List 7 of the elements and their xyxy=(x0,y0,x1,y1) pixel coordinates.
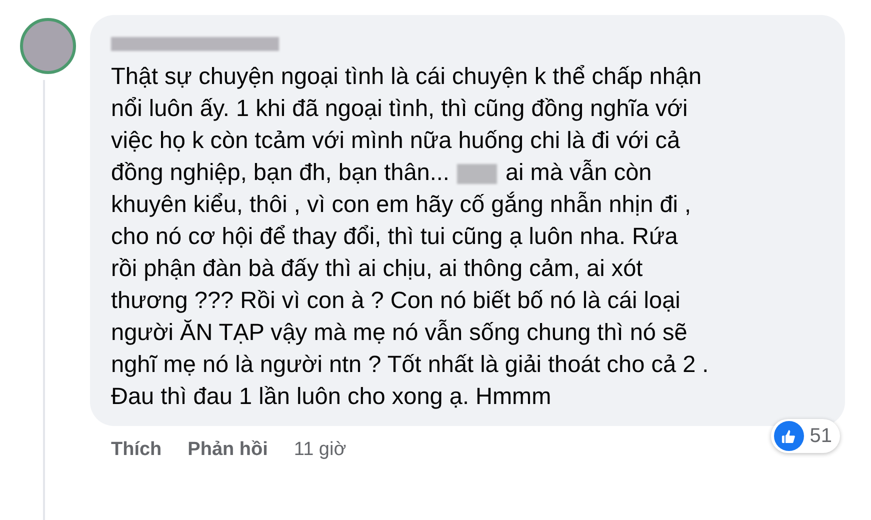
reaction-count: 51 xyxy=(810,424,832,449)
thumbs-up-icon xyxy=(774,421,804,451)
comment-text: Thật sự chuyện ngoại tình là cái chuyện k thể chấp nhận nổi luôn ấy. 1 khi đã ngoại tình, thì cũng đồng nghĩa với việc họ k còn tcảm với mình nữa huống chi là đi với cả đồng nghiệp, bạn đh, bạn thân... ai mà vẫn còn khuyên kiểu, thôi , vì con em hãy cố gắng nhẫn nhịn đi , cho nó cơ hội để thay đổi, thì tui cũng ạ luôn nha. Rứa rồi phận đàn bà đấy thì ai chịu, ai thông cảm, ai xót thương ??? Rồi vì con à ? Con nó biết bố nó là cái loại người ĂN TẠP vậy mà mẹ nó vẫn sống chung thì nó sẽ nghĩ mẹ nó là người ntn ? Tốt nhất là giải thoát cho cả 2 . Đau thì đau 1 lần luôn cho xong ạ. Hmmm xyxy=(111,62,710,411)
like-link[interactable]: Thích xyxy=(111,436,162,464)
reply-link[interactable]: Phản hồi xyxy=(188,436,268,464)
timestamp: 11 giờ xyxy=(294,438,346,462)
reaction-badge[interactable]: 51 xyxy=(770,419,840,453)
